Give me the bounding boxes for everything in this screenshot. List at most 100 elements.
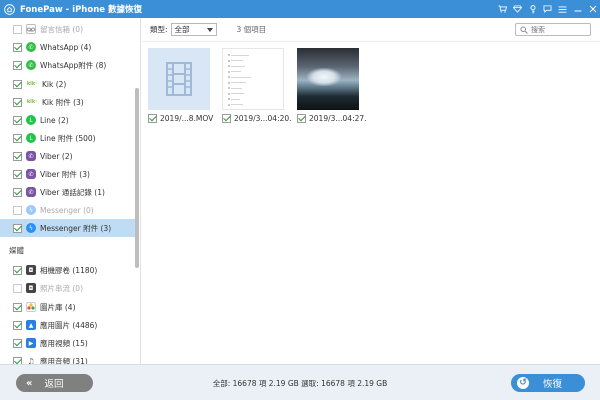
line-icon: L	[26, 133, 36, 143]
app-photo-icon: ▲	[26, 320, 36, 330]
recover-button-label: 恢復	[543, 379, 563, 390]
recover-button[interactable]: ↺ 恢復	[511, 374, 585, 392]
sidebar-item-line[interactable]: L Line (2)	[0, 111, 136, 129]
app-video-icon: ▶	[26, 338, 36, 348]
checkbox[interactable]	[13, 302, 22, 312]
doc-preview-bullet	[228, 76, 230, 78]
checkbox[interactable]	[13, 42, 22, 52]
type-filter-dropdown[interactable]: 全部	[170, 23, 217, 36]
sidebar-item-label: Line (2)	[40, 115, 69, 125]
minimize-icon[interactable]	[570, 0, 585, 18]
file-item[interactable]: 2019/3...04:27.	[297, 48, 367, 123]
sidebar-item-label: Messenger 附件 (3)	[40, 223, 112, 233]
file-name: 2019/3...04:27.	[309, 114, 367, 123]
sidebar-item-kik[interactable]: kik· Kik (2)	[0, 75, 136, 93]
sidebar-item-label: Line 附件 (500)	[40, 133, 96, 143]
key-icon[interactable]	[525, 0, 540, 18]
checkbox[interactable]	[13, 187, 22, 197]
photo-highlight	[307, 68, 341, 86]
doc-preview-line	[231, 76, 251, 78]
sidebar-item-label: Kik (2)	[42, 79, 67, 89]
checkbox[interactable]	[13, 151, 22, 161]
back-button-label: 返回	[44, 379, 64, 390]
title-bar: FonePaw - iPhone 數據恢復	[0, 0, 600, 18]
checkbox[interactable]	[13, 115, 22, 125]
sidebar-item-messenger-attachments[interactable]: ϟ Messenger 附件 (3)	[0, 219, 136, 237]
home-icon[interactable]	[0, 0, 18, 18]
doc-preview-bullet	[228, 81, 230, 84]
sidebar-item-label: WhatsApp附件 (8)	[40, 60, 107, 70]
back-button[interactable]: « 返回	[16, 374, 93, 392]
sidebar-item-line-attachments[interactable]: L Line 附件 (500)	[0, 129, 136, 147]
category-sidebar[interactable]: 留言信箱 (0) ✆ WhatsApp (4) ✆ WhatsApp附件 (8)…	[0, 18, 141, 364]
voicemail-icon	[26, 24, 36, 34]
messenger-icon: ϟ	[26, 223, 36, 233]
checkbox[interactable]	[13, 79, 22, 89]
sidebar-item-label: Viber (2)	[40, 151, 73, 161]
document-thumbnail[interactable]	[222, 48, 284, 110]
sidebar-item-whatsapp[interactable]: ✆ WhatsApp (4)	[0, 38, 136, 56]
sidebar-item-kik-attachments[interactable]: kik· Kik 附件 (3)	[0, 93, 136, 111]
sidebar-item-voicemail[interactable]: 留言信箱 (0)	[0, 20, 136, 38]
sidebar-item-app-photos[interactable]: ▲ 應用圖片 (4486)	[0, 316, 136, 334]
whatsapp-icon: ✆	[26, 42, 36, 52]
diamond-icon[interactable]	[510, 0, 525, 18]
file-item[interactable]: 2019/3...04:20.	[222, 48, 292, 123]
close-icon[interactable]	[585, 0, 600, 18]
cart-icon[interactable]	[495, 0, 510, 18]
doc-preview-bullet	[228, 65, 230, 67]
sidebar-item-viber-call-log[interactable]: ✆ Viber 通話記錄 (1)	[0, 183, 136, 201]
checkbox[interactable]	[13, 338, 22, 348]
doc-preview-line	[231, 104, 243, 105]
sidebar-item-label: 圖片庫 (4)	[40, 302, 76, 312]
sidebar-item-label: 應用圖片 (4486)	[40, 320, 98, 330]
sidebar-item-label: Viber 附件 (3)	[40, 169, 90, 179]
kik-icon: kik·	[26, 97, 38, 107]
doc-preview-bullet	[228, 87, 230, 89]
sidebar-scrollbar[interactable]	[135, 88, 139, 268]
doc-preview-bullet	[228, 59, 230, 62]
sidebar-item-whatsapp-attachments[interactable]: ✆ WhatsApp附件 (8)	[0, 56, 136, 74]
checkbox[interactable]	[13, 205, 22, 215]
doc-preview-line	[231, 93, 244, 94]
photo-stream-icon: ◘	[26, 283, 36, 293]
bottom-bar: 全部: 16678 項 2.19 GB 選取: 16678 項 2.19 GB …	[0, 364, 600, 400]
sidebar-item-camera-roll[interactable]: ◘ 相機膠卷 (1180)	[0, 261, 136, 279]
sidebar-item-messenger[interactable]: ϟ Messenger (0)	[0, 201, 136, 219]
checkbox[interactable]	[13, 223, 22, 233]
line-icon: L	[26, 115, 36, 125]
checkbox[interactable]	[13, 356, 22, 364]
file-checkbox[interactable]	[297, 114, 306, 123]
sidebar-item-viber[interactable]: ✆ Viber (2)	[0, 147, 136, 165]
checkbox[interactable]	[13, 133, 22, 143]
checkbox[interactable]	[13, 283, 22, 293]
checkbox[interactable]	[13, 24, 22, 34]
sidebar-item-label: WhatsApp (4)	[40, 42, 92, 52]
checkbox[interactable]	[13, 60, 22, 70]
file-item[interactable]: 2019/...8.MOV	[148, 48, 214, 123]
search-input[interactable]	[531, 25, 589, 34]
sidebar-item-photo-stream[interactable]: ◘ 照片串流 (0)	[0, 279, 136, 297]
sidebar-item-label: 照片串流 (0)	[40, 283, 84, 293]
film-icon	[166, 62, 192, 96]
viber-icon: ✆	[26, 151, 36, 161]
file-checkbox[interactable]	[148, 114, 157, 123]
file-checkbox[interactable]	[222, 114, 231, 123]
checkbox[interactable]	[13, 169, 22, 179]
checkbox[interactable]	[13, 265, 22, 275]
app-audio-icon: ♫	[26, 356, 36, 364]
checkbox[interactable]	[13, 97, 22, 107]
checkbox[interactable]	[13, 320, 22, 330]
photo-thumbnail[interactable]	[297, 48, 359, 110]
sidebar-item-photo-library[interactable]: 圖片庫 (4)	[0, 298, 136, 316]
sidebar-item-viber-attachments[interactable]: ✆ Viber 附件 (3)	[0, 165, 136, 183]
chat-icon[interactable]	[540, 0, 555, 18]
sidebar-item-app-audio[interactable]: ♫ 應用音頻 (31)	[0, 352, 136, 364]
menu-icon[interactable]	[555, 0, 570, 18]
search-box[interactable]	[515, 23, 591, 36]
sidebar-item-app-videos[interactable]: ▶ 應用視頻 (15)	[0, 334, 136, 352]
sidebar-item-label: Kik 附件 (3)	[42, 97, 84, 107]
video-thumbnail[interactable]	[148, 48, 210, 110]
doc-preview-bullet	[228, 70, 230, 73]
file-name: 2019/...8.MOV	[160, 114, 214, 123]
